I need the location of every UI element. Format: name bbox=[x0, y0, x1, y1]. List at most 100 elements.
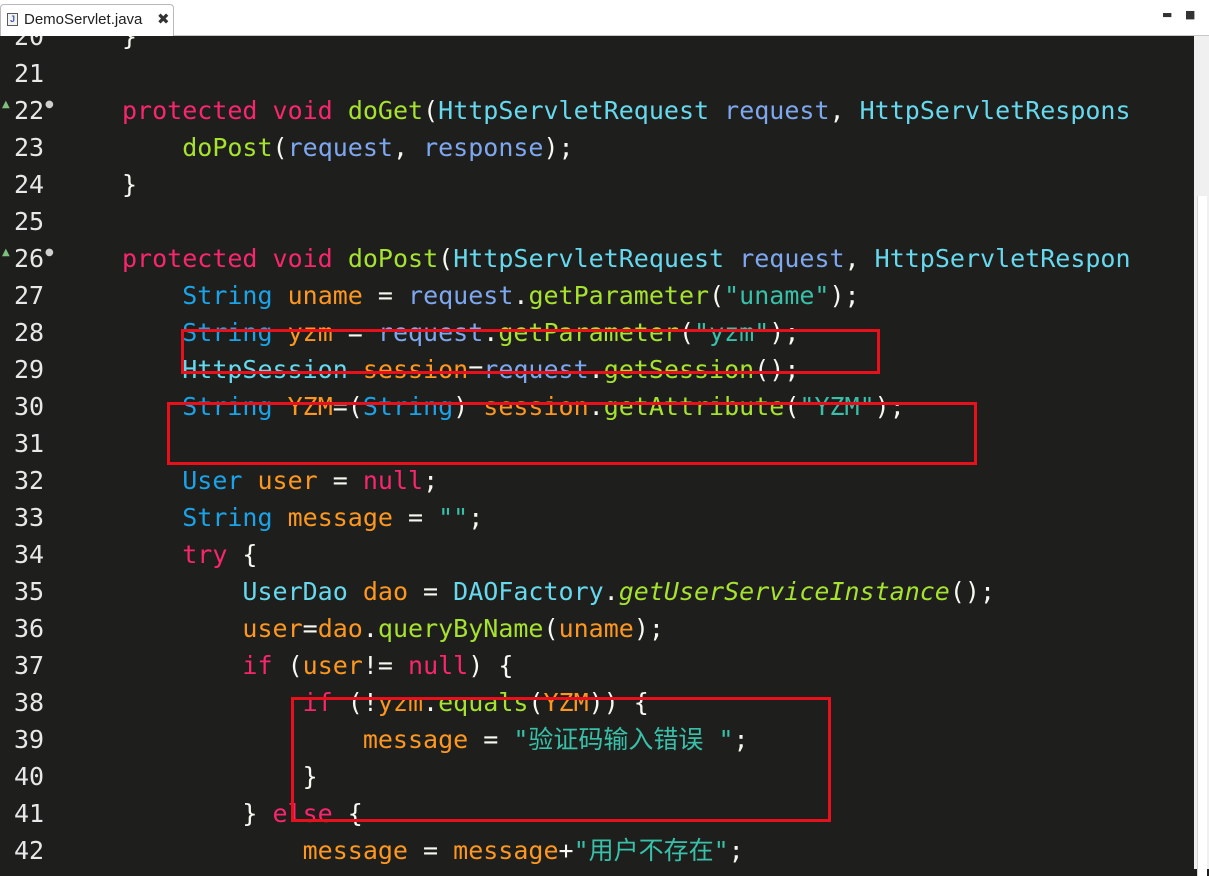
code-token: void bbox=[272, 244, 333, 273]
fold-toggle-icon[interactable]: ● bbox=[45, 86, 54, 123]
code-token: "" bbox=[438, 503, 469, 532]
code-token: . bbox=[603, 577, 619, 606]
code-line[interactable]: 25 bbox=[0, 203, 1194, 240]
code-token: null bbox=[408, 651, 469, 680]
code-token: = bbox=[362, 281, 409, 310]
code-text: user=dao.queryByName(uname); bbox=[122, 610, 664, 647]
code-token: } bbox=[122, 36, 138, 51]
code-token: HttpServletRequest bbox=[438, 96, 710, 125]
close-icon[interactable]: ✖ bbox=[157, 10, 170, 28]
code-token: doPost bbox=[347, 244, 439, 273]
code-text: } bbox=[122, 36, 137, 55]
code-line[interactable]: 32 User user = null; bbox=[0, 462, 1194, 499]
line-number: 37 bbox=[14, 651, 45, 680]
line-number: 40 bbox=[14, 762, 45, 791]
code-token: DAOFactory bbox=[453, 577, 604, 606]
code-token: message bbox=[287, 503, 393, 532]
code-line[interactable]: 24} bbox=[0, 166, 1194, 203]
code-line[interactable]: 37 if (user!= null) { bbox=[0, 647, 1194, 684]
code-token: ( bbox=[438, 244, 454, 273]
code-text: if (user!= null) { bbox=[122, 647, 513, 684]
code-line[interactable]: 35 UserDao dao = DAOFactory.getUserServi… bbox=[0, 573, 1194, 610]
code-line[interactable]: 36 user=dao.queryByName(uname); bbox=[0, 610, 1194, 647]
code-text: String message = ""; bbox=[122, 499, 483, 536]
java-file-icon: J bbox=[7, 13, 18, 26]
line-number: 36 bbox=[14, 614, 45, 643]
code-token: getParameter bbox=[528, 281, 710, 310]
code-token: HttpServletRespons bbox=[859, 96, 1131, 125]
code-token: { bbox=[227, 540, 258, 569]
line-number: 23 bbox=[14, 133, 45, 162]
code-line[interactable]: 21 bbox=[0, 55, 1194, 92]
editor-tab-bar: J DemoServlet.java ✖ ▬ ■ bbox=[0, 0, 1209, 36]
code-token: user bbox=[242, 614, 303, 643]
code-token: . bbox=[362, 614, 378, 643]
code-line[interactable]: 22 ▲ ● protected void doGet(HttpServletRequ… bbox=[0, 92, 1194, 129]
code-token: protected bbox=[122, 244, 258, 273]
code-line[interactable]: 23 doPost(request, response); bbox=[0, 129, 1194, 166]
code-token: "用户不存在" bbox=[573, 836, 729, 865]
line-number: 32 bbox=[14, 466, 45, 495]
code-token: message bbox=[302, 836, 408, 865]
code-token: , bbox=[844, 244, 875, 273]
override-marker-icon[interactable]: ▲ bbox=[2, 86, 10, 123]
code-token: ); bbox=[829, 281, 860, 310]
code-token: UserDao bbox=[242, 577, 348, 606]
code-line[interactable]: 33 String message = ""; bbox=[0, 499, 1194, 536]
line-number: 24 bbox=[14, 170, 45, 199]
line-number: 42 bbox=[14, 836, 45, 865]
code-token: try bbox=[182, 540, 228, 569]
line-number: 29 bbox=[14, 355, 45, 384]
code-token: ); bbox=[633, 614, 664, 643]
fold-toggle-icon[interactable]: ● bbox=[45, 234, 54, 271]
maximize-icon[interactable]: ■ bbox=[1185, 8, 1195, 21]
code-token: + bbox=[558, 836, 574, 865]
code-token: = bbox=[302, 614, 318, 643]
code-token: (); bbox=[949, 577, 996, 606]
minimize-icon[interactable]: ▬ bbox=[1162, 8, 1172, 21]
scrollbar-thumb[interactable] bbox=[1197, 196, 1207, 876]
code-token: user bbox=[302, 651, 363, 680]
code-line[interactable]: 42 message = message+"用户不存在"; bbox=[0, 832, 1194, 869]
code-token: ( bbox=[272, 651, 303, 680]
tab-demoservlet[interactable]: J DemoServlet.java ✖ bbox=[0, 4, 174, 36]
line-number: 31 bbox=[14, 429, 45, 458]
code-token: uname bbox=[287, 281, 363, 310]
code-token: ); bbox=[543, 133, 574, 162]
override-marker-icon[interactable]: ▲ bbox=[2, 234, 10, 271]
line-number: 41 bbox=[14, 799, 45, 828]
code-line[interactable]: 20} bbox=[0, 36, 1194, 55]
code-line[interactable]: 27 String uname = request.getParameter("… bbox=[0, 277, 1194, 314]
code-line[interactable]: 34 try { bbox=[0, 536, 1194, 573]
line-number: 34 bbox=[14, 540, 45, 569]
line-number: 27 bbox=[14, 281, 45, 310]
code-token: dao bbox=[362, 577, 408, 606]
code-token: protected bbox=[122, 96, 258, 125]
code-token: ; bbox=[423, 466, 439, 495]
code-text: UserDao dao = DAOFactory.getUserServiceI… bbox=[122, 573, 995, 610]
code-token: if bbox=[242, 651, 273, 680]
code-text: try { bbox=[122, 536, 257, 573]
line-number: 33 bbox=[14, 503, 45, 532]
code-text: } bbox=[122, 758, 318, 795]
code-token: doPost bbox=[182, 133, 273, 162]
code-text: String uname = request.getParameter("una… bbox=[122, 277, 860, 314]
code-token: } bbox=[122, 170, 138, 199]
vertical-scrollbar[interactable] bbox=[1194, 36, 1209, 876]
code-token: getUserServiceInstance bbox=[618, 577, 950, 606]
code-token: ; bbox=[468, 503, 484, 532]
line-number: 30 bbox=[14, 392, 45, 421]
code-line[interactable]: 26 ▲ ● protected void doPost(HttpServletReq… bbox=[0, 240, 1194, 277]
